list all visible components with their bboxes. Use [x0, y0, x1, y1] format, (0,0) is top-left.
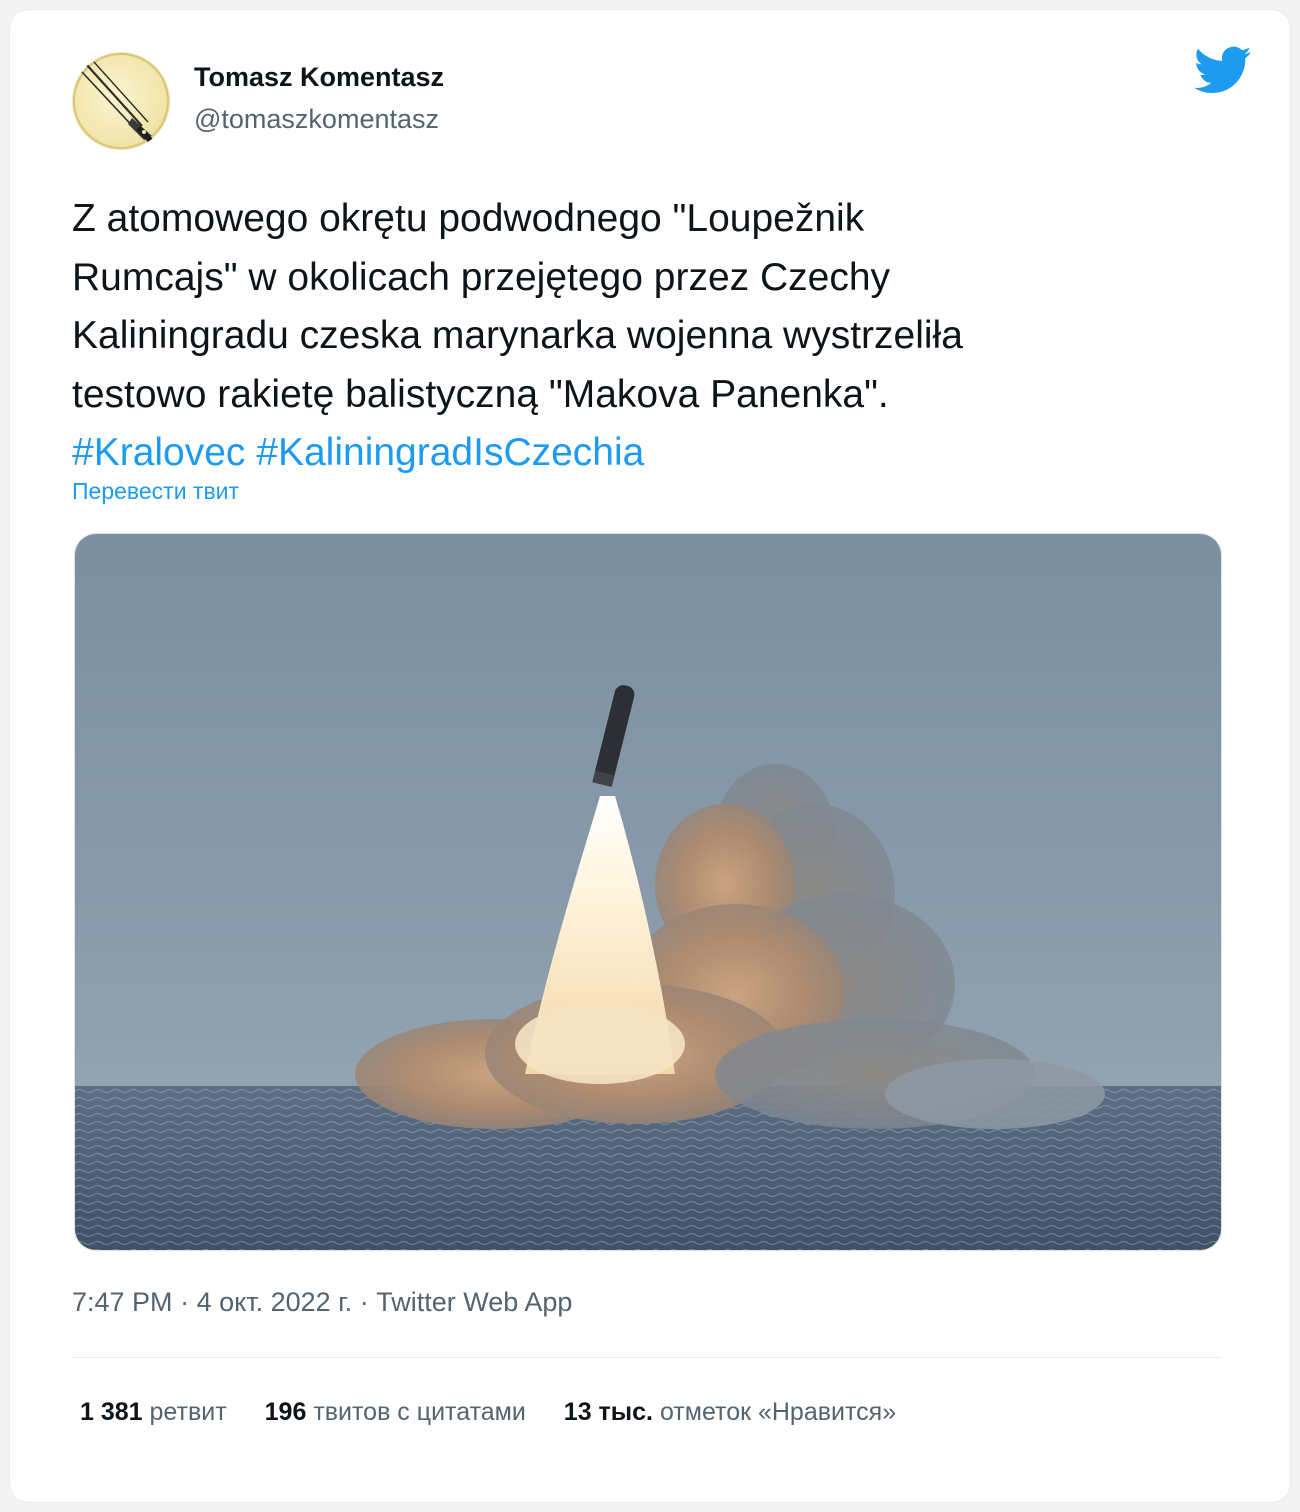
twitter-bird-svg: [1194, 46, 1252, 94]
tweet-card: Tomasz Komentasz @tomaszkomentasz Z atom…: [10, 10, 1290, 1502]
divider: [72, 1357, 1222, 1358]
tweet-text: Z atomowego okrętu podwodnego "Loupežnik…: [72, 190, 1222, 483]
tweet-text-line: Rumcajs" w okolicach przejętego przez Cz…: [72, 255, 891, 299]
hashtag-link[interactable]: #KaliningradIsCzechia: [256, 431, 644, 474]
quotes-count: 196: [264, 1398, 307, 1426]
tweet-text-line: Kaliningradu czeska marynarka wojenna wy…: [72, 314, 963, 357]
avatar[interactable]: [72, 52, 170, 150]
translate-tweet-link[interactable]: Перевести твит: [72, 478, 239, 505]
likes-label: отметок «Нравится»: [659, 1398, 897, 1426]
quotes-stat[interactable]: 196 твитов с цитатами: [265, 1398, 526, 1427]
retweets-label: ретвит: [149, 1398, 227, 1426]
retweets-count: 1 381: [80, 1398, 143, 1426]
author-handle[interactable]: @tomaszkomentasz: [194, 104, 439, 135]
tweet-meta: 7:47 PM · 4 окт. 2022 г. · Twitter Web A…: [72, 1287, 572, 1318]
likes-stat[interactable]: 13 тыс. отметок «Нравится»: [564, 1398, 896, 1427]
meta-separator: ·: [180, 1287, 190, 1317]
engagement-stats: 1 381 ретвит 196 твитов с цитатами 13 тыс.…: [80, 1398, 896, 1427]
tweet-source[interactable]: Twitter Web App: [376, 1287, 572, 1317]
missile-launch-photo[interactable]: [74, 533, 1222, 1251]
retweets-stat[interactable]: 1 381 ретвит: [80, 1398, 227, 1427]
author-name[interactable]: Tomasz Komentasz: [194, 62, 444, 93]
likes-count: 13 тыс.: [563, 1398, 653, 1426]
tweet-text-line: Z atomowego okrętu podwodnego "Loupežnik: [72, 197, 865, 240]
hashtag-line: #Kralovec #KaliningradIsCzechia: [72, 424, 1222, 483]
tweet-time[interactable]: 7:47 PM: [72, 1287, 173, 1317]
meta-separator: ·: [359, 1287, 369, 1317]
fountain-pen-nib-icon: [73, 53, 169, 149]
photo-illustration: [75, 534, 1221, 1250]
twitter-bird-icon[interactable]: [1194, 46, 1252, 96]
quotes-label: твитов с цитатами: [313, 1398, 526, 1426]
tweet-text-line: testowo rakietę balistyczną "Makova Pane…: [72, 372, 889, 416]
tweet-date[interactable]: 4 окт. 2022 г.: [197, 1287, 353, 1317]
hashtag-link[interactable]: #Kralovec: [72, 431, 245, 474]
